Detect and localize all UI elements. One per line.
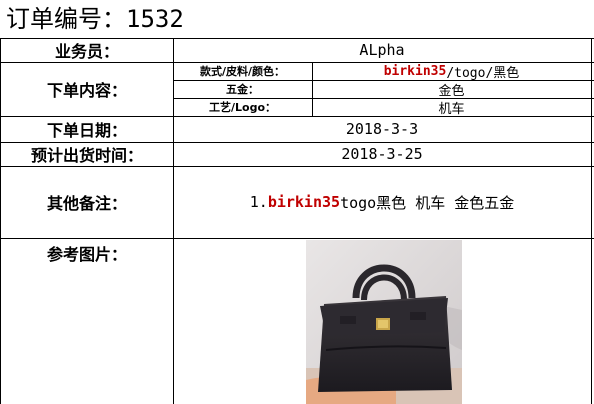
order-date-value: 2018-3-3 bbox=[345, 120, 419, 138]
ship-date-value: 2018-3-25 bbox=[341, 145, 423, 163]
grid-line bbox=[0, 238, 594, 239]
grid-line bbox=[0, 62, 594, 63]
remarks-model-highlight: birkin35 bbox=[267, 193, 341, 211]
craft-label: 工艺/Logo： bbox=[208, 101, 276, 114]
style-label: 款式/皮料/颜色： bbox=[199, 65, 286, 78]
hardware-value: 金色 bbox=[438, 83, 465, 99]
hardware-label: 五金： bbox=[226, 83, 259, 96]
grid-line bbox=[173, 80, 594, 81]
remarks-label: 其他备注： bbox=[46, 194, 127, 213]
craft-value: 机车 bbox=[438, 101, 465, 117]
grid-line bbox=[0, 38, 1, 404]
order-date-label: 下单日期： bbox=[46, 121, 127, 140]
salesperson-value: ALpha bbox=[359, 41, 405, 59]
grid-line bbox=[0, 166, 594, 167]
remarks-prefix: 1. bbox=[249, 193, 268, 211]
grid-line bbox=[0, 116, 594, 117]
handbag-image bbox=[306, 240, 462, 404]
grid-line bbox=[173, 38, 174, 404]
style-model-highlight: birkin35 bbox=[383, 63, 447, 79]
remarks-rest: togo黑色 机车 金色五金 bbox=[340, 193, 515, 212]
grid-line bbox=[591, 38, 592, 404]
grid-line bbox=[312, 62, 313, 116]
ship-date-label: 预计出货时间： bbox=[30, 146, 143, 165]
order-content-label: 下单内容： bbox=[46, 81, 127, 100]
order-number-title: 订单编号：1532 bbox=[6, 5, 184, 33]
style-material-color: /togo/黑色 bbox=[446, 65, 520, 81]
reference-photo-handbag bbox=[306, 240, 462, 404]
grid-line bbox=[0, 38, 594, 39]
reference-image-label: 参考图片： bbox=[46, 245, 127, 264]
style-value: birkin35/togo/黑色 bbox=[312, 62, 591, 81]
grid-line bbox=[173, 98, 594, 99]
salesperson-label: 业务员： bbox=[54, 42, 119, 61]
grid-line bbox=[0, 142, 594, 143]
remarks-value: 1. birkin35 togo黑色 机车 金色五金 bbox=[173, 166, 591, 238]
